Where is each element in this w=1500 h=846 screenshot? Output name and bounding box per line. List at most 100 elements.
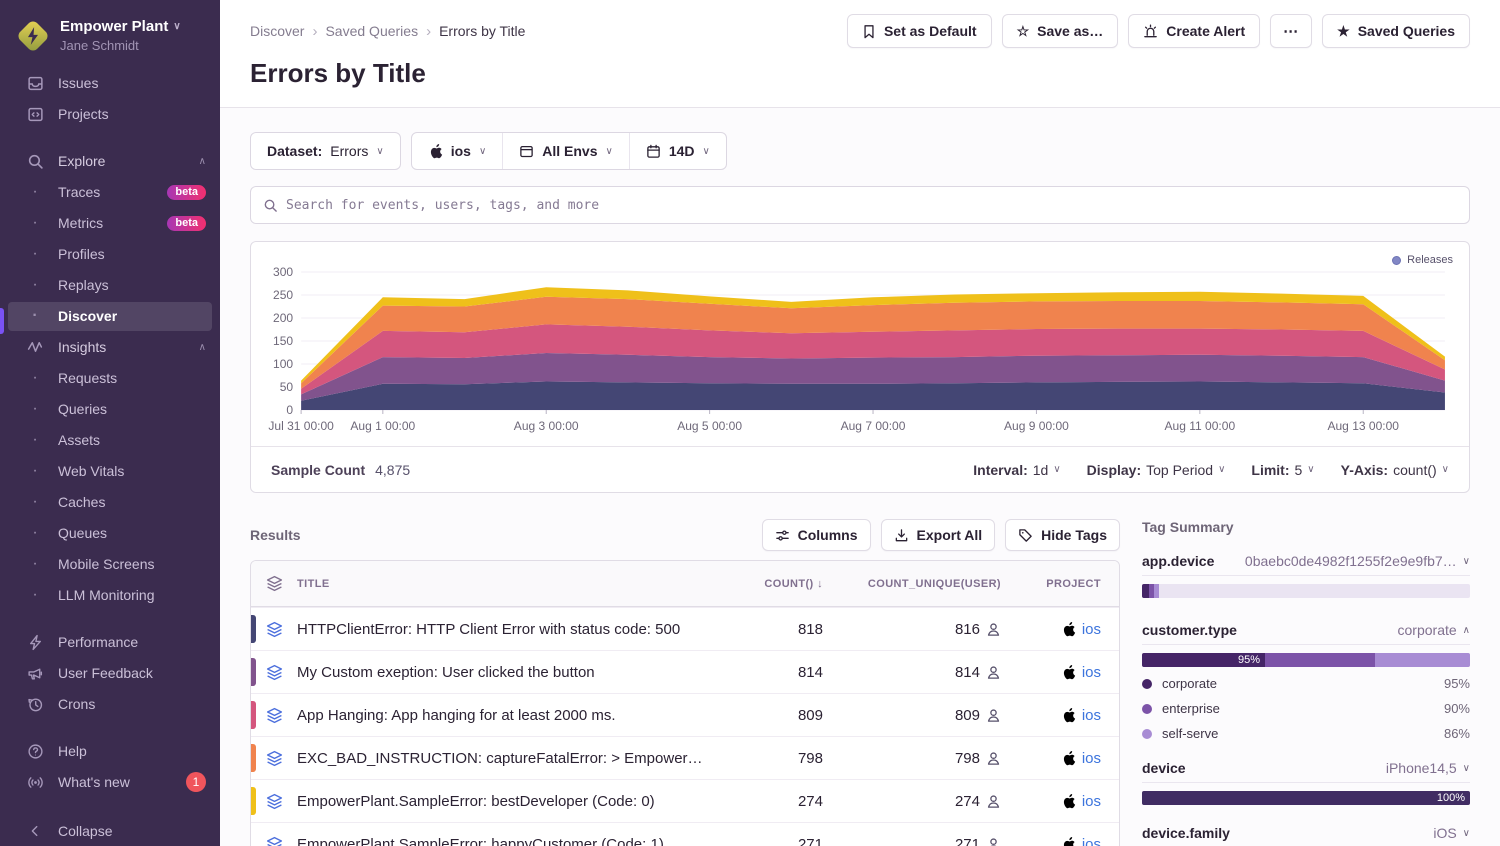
stack-icon[interactable] — [251, 664, 297, 681]
error-title-link[interactable]: App Hanging: App hanging for at least 20… — [297, 707, 723, 724]
star-filled-icon: ★ — [1337, 23, 1350, 40]
chevron-up-icon[interactable]: ∧ — [1463, 625, 1470, 636]
sidebar-item-metrics[interactable]: · Metrics beta — [0, 208, 220, 239]
search-bar[interactable] — [250, 186, 1470, 224]
sidebar-item-help[interactable]: Help — [0, 736, 220, 767]
date-range-filter[interactable]: 14D ∨ — [629, 133, 726, 169]
sidebar-item-performance[interactable]: Performance — [0, 627, 220, 658]
sidebar-item-user-feedback[interactable]: User Feedback — [0, 658, 220, 689]
series-color-bar — [251, 658, 256, 686]
sidebar-item-web-vitals[interactable]: ·Web Vitals — [0, 456, 220, 487]
breadcrumb-saved-queries[interactable]: Saved Queries — [325, 23, 418, 39]
error-title-link[interactable]: EXC_BAD_INSTRUCTION: captureFatalError: … — [297, 750, 723, 767]
project-link[interactable]: ios — [1001, 793, 1101, 810]
breadcrumb-discover[interactable]: Discover — [250, 23, 304, 39]
sidebar-collapse-button[interactable]: Collapse — [0, 816, 220, 846]
col-title[interactable]: TITLE — [297, 578, 723, 590]
sidebar: Empower Plant∨ Jane Schmidt Issues Proje… — [0, 0, 220, 846]
org-switcher[interactable]: Empower Plant∨ Jane Schmidt — [0, 10, 220, 68]
yaxis-dropdown[interactable]: Y-Axis: count() ∨ — [1341, 462, 1449, 478]
create-alert-button[interactable]: Create Alert — [1128, 14, 1260, 48]
project-link[interactable]: ios — [1001, 664, 1101, 681]
col-unique[interactable]: COUNT_UNIQUE(USER) — [823, 578, 1001, 590]
dataset-value: Errors — [330, 143, 368, 159]
project-link[interactable]: ios — [1001, 836, 1101, 846]
display-dropdown[interactable]: Display: Top Period ∨ — [1087, 462, 1226, 478]
stack-icon[interactable] — [251, 836, 297, 846]
tag-distribution-bar[interactable]: 100% — [1142, 791, 1470, 805]
chevron-up-icon[interactable]: ∧ — [199, 342, 206, 353]
tag-name: customer.type — [1142, 622, 1237, 638]
error-title-link[interactable]: EmpowerPlant.SampleError: happyCustomer … — [297, 836, 723, 846]
error-title-link[interactable]: EmpowerPlant.SampleError: bestDeveloper … — [297, 793, 723, 810]
sidebar-item-label: Help — [58, 743, 87, 759]
project-link[interactable]: ios — [1001, 621, 1101, 638]
stack-icon[interactable] — [251, 707, 297, 724]
sidebar-item-traces[interactable]: · Traces beta — [0, 177, 220, 208]
sidebar-item-mobile-screens[interactable]: ·Mobile Screens — [0, 549, 220, 580]
sidebar-item-label: What's new — [58, 774, 130, 790]
sidebar-item-requests[interactable]: ·Requests — [0, 363, 220, 394]
limit-dropdown[interactable]: Limit: 5 ∨ — [1251, 462, 1314, 478]
sidebar-item-llm-monitoring[interactable]: ·LLM Monitoring — [0, 580, 220, 611]
content: Dataset: Errors ∨ ios ∨ All Envs ∨ — [220, 108, 1500, 846]
environment-filter[interactable]: All Envs ∨ — [502, 133, 629, 169]
lightning-icon — [26, 634, 44, 651]
sidebar-section-explore[interactable]: Explore ∧ — [0, 146, 220, 177]
svg-text:Aug 11 00:00: Aug 11 00:00 — [1165, 419, 1236, 433]
sidebar-item-issues[interactable]: Issues — [0, 68, 220, 99]
sidebar-item-queries[interactable]: ·Queries — [0, 394, 220, 425]
tag-legend-row[interactable]: enterprise 90% — [1142, 696, 1470, 721]
set-as-default-button[interactable]: Set as Default — [847, 14, 992, 48]
chart-legend[interactable]: Releases — [1392, 254, 1453, 266]
tag-header[interactable]: customer.type corporate∧ — [1142, 622, 1470, 645]
sidebar-section-insights[interactable]: Insights ∧ — [0, 332, 220, 363]
tag-distribution-bar[interactable] — [1142, 584, 1470, 598]
hide-tags-button[interactable]: Hide Tags — [1005, 519, 1120, 551]
tag-summary-panel: Tag Summary app.device 0baebc0de4982f125… — [1142, 519, 1470, 846]
svg-text:Aug 9 00:00: Aug 9 00:00 — [1004, 419, 1069, 433]
error-title-link[interactable]: HTTPClientError: HTTP Client Error with … — [297, 621, 723, 638]
sidebar-item-whats-new[interactable]: What's new 1 — [0, 767, 220, 798]
chevron-up-icon[interactable]: ∧ — [199, 156, 206, 167]
sidebar-item-assets[interactable]: ·Assets — [0, 425, 220, 456]
tag-distribution-bar[interactable]: 95% — [1142, 653, 1470, 667]
export-all-button[interactable]: Export All — [881, 519, 996, 551]
columns-button[interactable]: Columns — [762, 519, 871, 551]
stack-icon[interactable] — [251, 621, 297, 638]
sidebar-item-caches[interactable]: ·Caches — [0, 487, 220, 518]
project-filter[interactable]: ios ∨ — [412, 133, 503, 169]
tag-header[interactable]: device iPhone14,5∨ — [1142, 760, 1470, 783]
sidebar-item-profiles[interactable]: · Profiles — [0, 239, 220, 270]
sidebar-item-projects[interactable]: Projects — [0, 99, 220, 130]
chevron-down-icon[interactable]: ∨ — [1463, 556, 1470, 567]
tag-summary-heading: Tag Summary — [1142, 519, 1470, 535]
chevron-down-icon[interactable]: ∨ — [1463, 763, 1470, 774]
unique-count-value: 816 — [955, 621, 980, 638]
tag-header[interactable]: app.device 0baebc0de4982f1255f2e9e9fb7…∨ — [1142, 553, 1470, 576]
col-project[interactable]: PROJECT — [1001, 578, 1101, 590]
interval-dropdown[interactable]: Interval: 1d ∨ — [973, 462, 1060, 478]
search-input[interactable] — [286, 198, 1457, 213]
save-as-button[interactable]: ☆ Save as… — [1002, 14, 1119, 48]
table-row: EmpowerPlant.SampleError: happyCustomer … — [251, 822, 1119, 846]
saved-queries-button[interactable]: ★ Saved Queries — [1322, 14, 1470, 48]
sidebar-item-crons[interactable]: Crons — [0, 689, 220, 720]
stack-icon[interactable] — [251, 750, 297, 767]
project-link[interactable]: ios — [1001, 750, 1101, 767]
project-link[interactable]: ios — [1001, 707, 1101, 724]
dataset-selector[interactable]: Dataset: Errors ∨ — [250, 132, 401, 170]
sidebar-item-discover[interactable]: · Discover — [8, 302, 212, 331]
col-count[interactable]: COUNT() ↓ — [723, 578, 823, 590]
sidebar-item-queues[interactable]: ·Queues — [0, 518, 220, 549]
more-options-button[interactable]: ⋯ — [1270, 14, 1312, 48]
releases-legend-label: Releases — [1407, 254, 1453, 266]
chevron-down-icon[interactable]: ∨ — [1463, 828, 1470, 839]
tag-legend-row[interactable]: corporate 95% — [1142, 671, 1470, 696]
tag-legend-row[interactable]: self-serve 86% — [1142, 721, 1470, 746]
stack-icon[interactable] — [251, 793, 297, 810]
error-title-link[interactable]: My Custom exeption: User clicked the but… — [297, 664, 723, 681]
tag-header[interactable]: device.family iOS∨ — [1142, 825, 1470, 846]
sidebar-item-replays[interactable]: · Replays — [0, 270, 220, 301]
user-icon — [986, 665, 1001, 680]
